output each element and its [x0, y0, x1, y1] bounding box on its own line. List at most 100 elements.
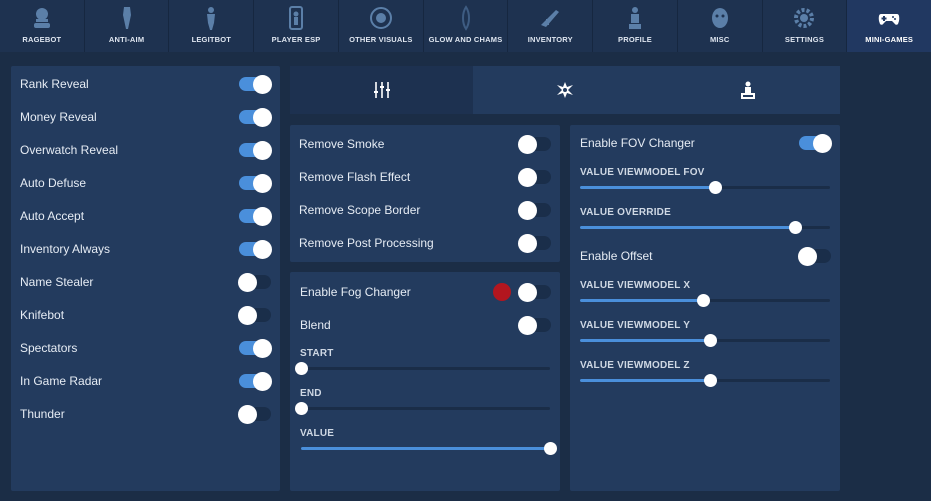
offset-toggle[interactable]	[798, 246, 831, 266]
toggle-knob	[253, 371, 272, 391]
nav-item-misc[interactable]: MISC	[678, 0, 763, 52]
thunder-label: Thunder	[20, 407, 65, 421]
fog-color-swatch[interactable]	[493, 283, 511, 301]
toggle-knob	[238, 404, 257, 424]
value-override-label: VALUE OVERRIDE	[580, 207, 671, 218]
auto-accept-label: Auto Accept	[20, 209, 85, 223]
nav-label: MINI-GAMES	[865, 35, 914, 44]
nav-label: ANTI-AIM	[108, 35, 145, 44]
value-viewmodel-x-label: VALUE VIEWMODEL X	[580, 280, 691, 291]
in-game-radar-label: In Game Radar	[20, 374, 103, 388]
remove-post-processing-toggle[interactable]	[518, 233, 551, 253]
value-viewmodel-fov-slider[interactable]	[580, 181, 830, 194]
value-viewmodel-y-slider[interactable]	[580, 334, 830, 347]
player-esp-icon	[283, 4, 309, 32]
auto-accept-toggle[interactable]	[239, 206, 272, 226]
blend-toggle[interactable]	[518, 315, 551, 335]
in-game-radar-toggle[interactable]	[239, 371, 272, 391]
overwatch-reveal-toggle[interactable]	[239, 140, 272, 160]
offset-row: Enable Offset	[570, 245, 840, 267]
fog-changer-toggle[interactable]	[518, 282, 551, 302]
crosshair-splat-icon	[556, 82, 573, 98]
nav-item-glow-and-chams[interactable]: GLOW AND CHAMS	[424, 0, 509, 52]
value-override-slider[interactable]	[580, 221, 830, 234]
toggle-knob	[238, 272, 257, 292]
tab-podium[interactable]	[657, 66, 840, 114]
glow-and-chams-icon	[453, 4, 479, 32]
removals-panel: Remove Smoke Remove Flash Effect Remove Sc…	[290, 125, 560, 262]
fov-changer-toggle[interactable]	[799, 133, 832, 153]
nav-label: MISC	[709, 35, 730, 44]
toggle-knob	[518, 134, 537, 154]
rank-reveal-row: Rank Reveal	[11, 73, 280, 95]
slider-fill	[580, 339, 710, 342]
fog-changer-row: Enable Fog Changer	[290, 281, 560, 303]
inventory-always-toggle[interactable]	[239, 239, 272, 259]
slider-thumb[interactable]	[789, 221, 802, 234]
inventory-icon	[537, 4, 563, 32]
other-visuals-icon	[368, 4, 394, 32]
top-nav: RAGEBOT ANTI-AIM LEGITBOT PLAYER ESP OTH…	[0, 0, 931, 52]
value-viewmodel-x-slider[interactable]	[580, 294, 830, 307]
nav-item-inventory[interactable]: INVENTORY	[508, 0, 594, 52]
remove-scope-border-label: Remove Scope Border	[299, 203, 421, 217]
toggle-knob	[253, 206, 272, 226]
money-reveal-toggle[interactable]	[239, 107, 272, 127]
nav-item-legitbot[interactable]: LEGITBOT	[169, 0, 255, 52]
nav-item-settings[interactable]: SETTINGS	[763, 0, 848, 52]
tab-sliders[interactable]	[290, 66, 474, 114]
nav-label: PROFILE	[618, 35, 652, 44]
knifebot-toggle[interactable]	[238, 305, 271, 325]
toggle-knob	[253, 74, 272, 94]
tab-crosshair[interactable]	[473, 66, 656, 114]
spectators-row: Spectators	[11, 337, 280, 359]
remove-scope-border-toggle[interactable]	[518, 200, 551, 220]
auto-defuse-toggle[interactable]	[239, 173, 272, 193]
remove-smoke-row: Remove Smoke	[290, 133, 560, 155]
slider-thumb[interactable]	[544, 442, 557, 455]
toggle-knob	[813, 133, 832, 153]
value-slider[interactable]	[301, 442, 557, 455]
slider-fill	[580, 379, 710, 382]
blend-row: Blend	[290, 314, 560, 336]
end-slider[interactable]	[295, 402, 550, 415]
remove-scope-border-row: Remove Scope Border	[290, 199, 560, 221]
slider-thumb[interactable]	[704, 334, 717, 347]
nav-item-mini-games[interactable]: MINI-GAMES	[847, 0, 931, 52]
slider-thumb[interactable]	[295, 362, 308, 375]
remove-flash-effect-toggle[interactable]	[518, 167, 551, 187]
fov-changer-label: Enable FOV Changer	[580, 136, 695, 150]
nav-item-other-visuals[interactable]: OTHER VISUALS	[339, 0, 424, 52]
slider-fill	[580, 186, 715, 189]
podium-icon	[741, 81, 756, 99]
settings-gear-icon	[791, 4, 817, 32]
value-viewmodel-z-slider[interactable]	[580, 374, 830, 387]
nav-item-ragebot[interactable]: RAGEBOT	[0, 0, 85, 52]
toggle-knob	[518, 233, 537, 253]
value-viewmodel-y-label: VALUE VIEWMODEL Y	[580, 320, 691, 331]
remove-smoke-toggle[interactable]	[518, 134, 551, 154]
slider-fill	[301, 447, 550, 450]
toggle-knob	[253, 173, 272, 193]
fog-changer-label: Enable Fog Changer	[300, 285, 411, 299]
slider-thumb[interactable]	[696, 294, 710, 307]
nav-item-profile[interactable]: PROFILE	[593, 0, 678, 52]
name-stealer-toggle[interactable]	[238, 272, 271, 292]
thunder-toggle[interactable]	[238, 404, 271, 424]
nav-label: INVENTORY	[527, 35, 573, 44]
spectators-label: Spectators	[20, 341, 78, 355]
nav-item-player-esp[interactable]: PLAYER ESP	[254, 0, 339, 52]
fov-panel: Enable FOV Changer VALUE VIEWMODEL FOV VA…	[570, 125, 840, 491]
spectators-toggle[interactable]	[239, 338, 272, 358]
nav-item-anti-aim[interactable]: ANTI-AIM	[85, 0, 170, 52]
auto-defuse-label: Auto Defuse	[20, 176, 87, 190]
slider-thumb[interactable]	[295, 402, 308, 415]
start-label: START	[300, 348, 334, 359]
start-slider[interactable]	[295, 362, 550, 375]
value-viewmodel-z-label: VALUE VIEWMODEL Z	[580, 360, 690, 371]
slider-fill	[580, 226, 795, 229]
rank-reveal-toggle[interactable]	[239, 74, 272, 94]
slider-thumb[interactable]	[704, 374, 717, 387]
slider-thumb[interactable]	[709, 181, 722, 194]
name-stealer-row: Name Stealer	[11, 271, 280, 293]
